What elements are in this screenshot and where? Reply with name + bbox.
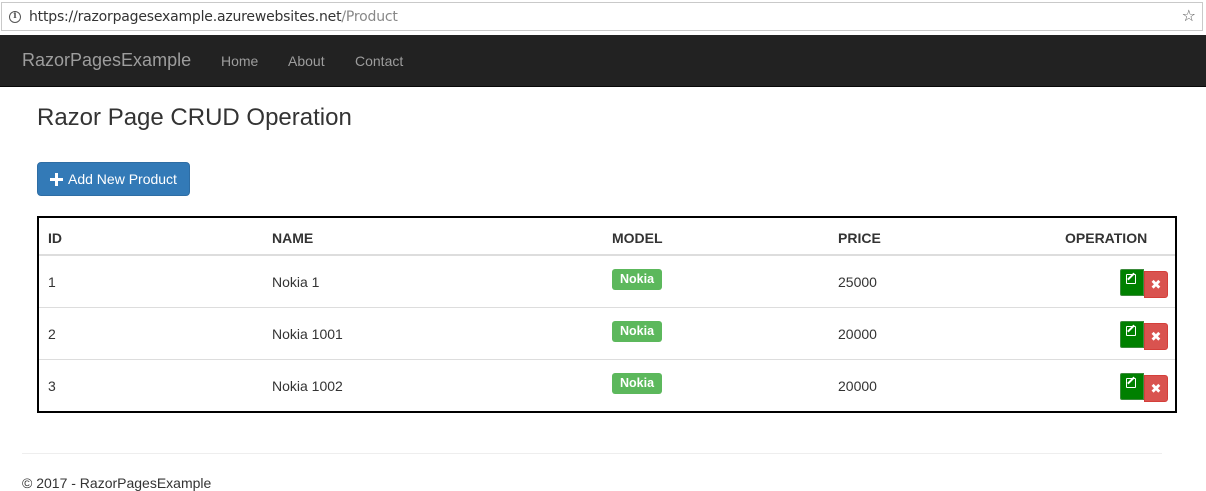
info-icon[interactable]: i: [9, 11, 21, 23]
edit-icon: [1126, 274, 1136, 284]
nav-link-contact[interactable]: Contact: [355, 53, 403, 69]
table-row: 2 Nokia 1001 Nokia 20000 ✖: [39, 308, 1175, 360]
add-new-product-button[interactable]: Add New Product: [37, 162, 190, 196]
footer-divider: [22, 453, 1162, 454]
cell-id: 2: [48, 326, 56, 342]
page-title: Razor Page CRUD Operation: [37, 104, 352, 131]
model-label: Nokia: [612, 373, 663, 394]
products-table: ID NAME MODEL PRICE OPERATION 1 Nokia 1 …: [37, 216, 1177, 413]
url-path: /Product: [341, 9, 398, 25]
url-host: https://razorpagesexample.azurewebsites.…: [29, 9, 342, 25]
cell-price: 20000: [838, 378, 877, 394]
header-price: PRICE: [838, 230, 881, 246]
header-name: NAME: [272, 230, 314, 246]
url-field[interactable]: i https://razorpagesexample.azurewebsite…: [1, 2, 1203, 31]
plus-icon: [50, 172, 63, 186]
cell-id: 3: [48, 378, 56, 394]
table-header: ID NAME MODEL PRICE OPERATION: [39, 218, 1175, 256]
edit-button[interactable]: [1120, 373, 1144, 400]
model-label: Nokia: [612, 269, 663, 290]
cell-name: Nokia 1001: [272, 326, 343, 342]
delete-icon: ✖: [1150, 381, 1162, 396]
cell-name: Nokia 1002: [272, 378, 343, 394]
cell-id: 1: [48, 274, 56, 290]
footer-text: © 2017 - RazorPagesExample: [22, 475, 212, 491]
header-id: ID: [48, 230, 62, 246]
header-model: MODEL: [612, 230, 663, 246]
table-row: 3 Nokia 1002 Nokia 20000 ✖: [39, 360, 1175, 412]
edit-icon: [1126, 378, 1136, 388]
model-label: Nokia: [612, 321, 663, 342]
navbar: RazorPagesExample Home About Contact: [0, 35, 1206, 87]
nav-link-about[interactable]: About: [288, 53, 325, 69]
url-text[interactable]: https://razorpagesexample.azurewebsites.…: [29, 9, 398, 25]
delete-button[interactable]: ✖: [1144, 323, 1168, 350]
nav-link-home[interactable]: Home: [221, 53, 258, 69]
delete-icon: ✖: [1150, 277, 1162, 292]
delete-button[interactable]: ✖: [1144, 271, 1168, 298]
edit-button[interactable]: [1120, 269, 1144, 296]
delete-icon: ✖: [1150, 329, 1162, 344]
browser-address-bar: i https://razorpagesexample.azurewebsite…: [0, 0, 1206, 35]
delete-button[interactable]: ✖: [1144, 375, 1168, 402]
star-icon[interactable]: ☆: [1182, 6, 1196, 26]
header-operation: OPERATION: [1065, 230, 1148, 246]
cell-name: Nokia 1: [272, 274, 320, 290]
edit-icon: [1126, 326, 1136, 336]
table-row: 1 Nokia 1 Nokia 25000 ✖: [39, 256, 1175, 308]
cell-price: 25000: [838, 274, 877, 290]
cell-price: 20000: [838, 326, 877, 342]
add-new-product-label: Add New Product: [68, 171, 177, 187]
edit-button[interactable]: [1120, 321, 1144, 348]
navbar-brand[interactable]: RazorPagesExample: [22, 50, 191, 71]
